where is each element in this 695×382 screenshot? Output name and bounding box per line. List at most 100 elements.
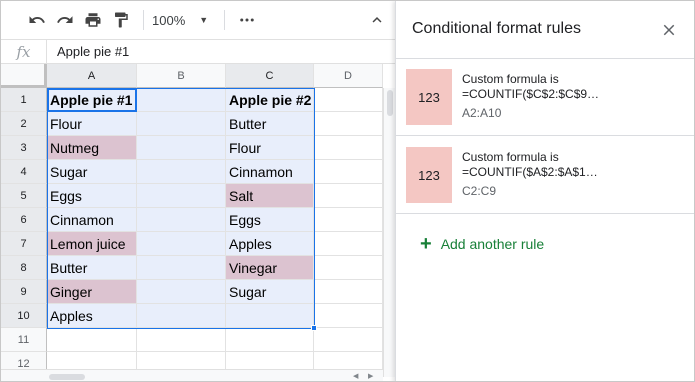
app-frame: 100% ▼ fx Apple pie #1 A B C D 1 Apple pie #1… — [0, 0, 695, 382]
collapse-icon[interactable] — [363, 6, 391, 34]
column-header-a[interactable]: A — [47, 64, 137, 88]
cell-c7[interactable]: Apples — [226, 232, 314, 256]
row-header-4[interactable]: 4 — [1, 160, 47, 184]
cell-c9[interactable]: Sugar — [226, 280, 314, 304]
cell-a11[interactable] — [47, 328, 137, 352]
row-header-11[interactable]: 11 — [1, 328, 47, 352]
column-header-d[interactable]: D — [314, 64, 383, 88]
plus-icon: + — [420, 233, 432, 255]
rule-formula: =COUNTIF($C$2:$C$9… — [462, 87, 600, 101]
cell-d11[interactable] — [314, 328, 383, 352]
more-icon[interactable] — [233, 6, 261, 34]
rule-range: A2:A10 — [462, 106, 502, 120]
cell-b9[interactable] — [137, 280, 226, 304]
cell-b2[interactable] — [137, 112, 226, 136]
print-icon[interactable] — [79, 6, 107, 34]
row-header-2[interactable]: 2 — [1, 112, 47, 136]
cell-a9[interactable]: Ginger — [47, 280, 137, 304]
cell-d7[interactable] — [314, 232, 383, 256]
cell-b11[interactable] — [137, 328, 226, 352]
cell-a10[interactable]: Apples — [47, 304, 137, 328]
chevron-down-icon: ▼ — [199, 15, 209, 25]
rule-preview-swatch: 123 — [406, 147, 452, 203]
horizontal-scroll-thumb[interactable] — [49, 374, 85, 380]
vertical-scroll-thumb[interactable] — [387, 90, 393, 116]
cell-b5[interactable] — [137, 184, 226, 208]
paint-format-icon[interactable] — [107, 6, 135, 34]
close-icon[interactable] — [660, 21, 678, 39]
cell-c10[interactable] — [226, 304, 314, 328]
rule-preview-swatch: 123 — [406, 69, 452, 125]
cell-d10[interactable] — [314, 304, 383, 328]
conditional-format-panel: Conditional format rules 123 Custom form… — [395, 1, 694, 381]
cell-d2[interactable] — [314, 112, 383, 136]
cell-a2[interactable]: Flour — [47, 112, 137, 136]
cell-c1[interactable]: Apple pie #2 — [226, 88, 314, 112]
spreadsheet-area: 100% ▼ fx Apple pie #1 A B C D 1 Apple pie #1… — [1, 1, 395, 381]
column-header-b[interactable]: B — [137, 64, 226, 88]
cell-d6[interactable] — [314, 208, 383, 232]
select-all-corner[interactable] — [1, 64, 47, 88]
column-header-c[interactable]: C — [226, 64, 314, 88]
cell-c5[interactable]: Salt — [226, 184, 314, 208]
cell-a1[interactable]: Apple pie #1 — [47, 88, 137, 112]
cell-b7[interactable] — [137, 232, 226, 256]
cell-d8[interactable] — [314, 256, 383, 280]
row-header-7[interactable]: 7 — [1, 232, 47, 256]
format-rule-2[interactable]: 123 Custom formula is =COUNTIF($A$2:$A$1… — [396, 137, 694, 214]
cell-b8[interactable] — [137, 256, 226, 280]
cell-c11[interactable] — [226, 328, 314, 352]
cell-d9[interactable] — [314, 280, 383, 304]
toolbar-divider — [224, 10, 225, 30]
cell-a6[interactable]: Cinnamon — [47, 208, 137, 232]
cell-b3[interactable] — [137, 136, 226, 160]
cell-c6[interactable]: Eggs — [226, 208, 314, 232]
vertical-scrollbar[interactable] — [383, 88, 395, 377]
cell-a5[interactable]: Eggs — [47, 184, 137, 208]
cell-a4[interactable]: Sugar — [47, 160, 137, 184]
undo-icon[interactable] — [23, 6, 51, 34]
row-header-3[interactable]: 3 — [1, 136, 47, 160]
add-rule-label: Add another rule — [440, 236, 545, 252]
format-rule-1[interactable]: 123 Custom formula is =COUNTIF($C$2:$C$9… — [396, 59, 694, 136]
cell-c3[interactable]: Flour — [226, 136, 314, 160]
row-header-10[interactable]: 10 — [1, 304, 47, 328]
row-header-8[interactable]: 8 — [1, 256, 47, 280]
cell-d1[interactable] — [314, 88, 383, 112]
formula-bar: fx Apple pie #1 — [1, 39, 395, 64]
cell-b1[interactable] — [137, 88, 226, 112]
cell-a3[interactable]: Nutmeg — [47, 136, 137, 160]
zoom-value: 100% — [152, 12, 186, 28]
cell-d3[interactable] — [314, 136, 383, 160]
panel-title: Conditional format rules — [412, 20, 581, 37]
toolbar: 100% ▼ — [1, 1, 395, 40]
fill-handle[interactable] — [311, 325, 317, 331]
horizontal-scrollbar[interactable]: ◀ ▶ — [1, 369, 383, 381]
cell-d4[interactable] — [314, 160, 383, 184]
zoom-select[interactable]: 100% ▼ — [152, 13, 216, 28]
row-header-5[interactable]: 5 — [1, 184, 47, 208]
row-header-1[interactable]: 1 — [1, 88, 47, 112]
rule-condition-label: Custom formula is — [462, 150, 559, 164]
scroll-right-icon[interactable]: ▶ — [368, 372, 373, 380]
rule-range: C2:C9 — [462, 184, 497, 198]
cell-c4[interactable]: Cinnamon — [226, 160, 314, 184]
cell-b10[interactable] — [137, 304, 226, 328]
row-header-6[interactable]: 6 — [1, 208, 47, 232]
cell-c2[interactable]: Butter — [226, 112, 314, 136]
cell-a8[interactable]: Butter — [47, 256, 137, 280]
rule-formula: =COUNTIF($A$2:$A$1… — [462, 165, 598, 179]
toolbar-divider — [143, 10, 144, 30]
rule-condition-label: Custom formula is — [462, 72, 559, 86]
cell-a7[interactable]: Lemon juice — [47, 232, 137, 256]
row-header-9[interactable]: 9 — [1, 280, 47, 304]
cell-d5[interactable] — [314, 184, 383, 208]
formula-input[interactable]: Apple pie #1 — [47, 44, 129, 59]
redo-icon[interactable] — [51, 6, 79, 34]
cell-c8[interactable]: Vinegar — [226, 256, 314, 280]
fx-icon: fx — [1, 39, 47, 64]
cell-b4[interactable] — [137, 160, 226, 184]
cell-b6[interactable] — [137, 208, 226, 232]
add-another-rule-button[interactable]: + Add another rule — [420, 234, 544, 254]
scroll-left-icon[interactable]: ◀ — [353, 372, 358, 380]
